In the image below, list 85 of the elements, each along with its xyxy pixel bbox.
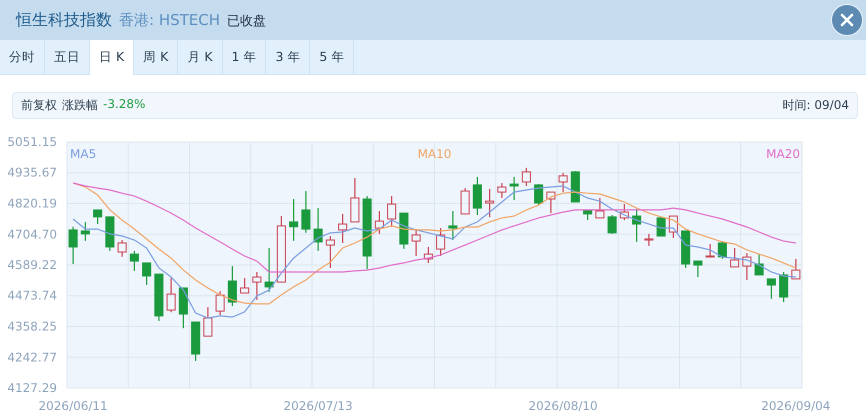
market-code: 香港: HSTECH bbox=[119, 10, 220, 30]
candlestick bbox=[130, 250, 139, 271]
candlestick bbox=[693, 260, 702, 278]
index-title: 恒生科技指数 bbox=[16, 10, 112, 30]
candlestick bbox=[374, 211, 384, 234]
x-axis-label: 2026/07/13 bbox=[284, 399, 353, 413]
candlestick bbox=[534, 184, 544, 205]
y-axis-label: 4935.67 bbox=[7, 166, 57, 180]
candlestick bbox=[742, 253, 752, 280]
change-value: -3.28% bbox=[103, 97, 146, 113]
candlestick bbox=[178, 287, 188, 328]
candlestick bbox=[522, 168, 531, 186]
candlestick bbox=[326, 236, 335, 268]
candlestick bbox=[766, 278, 776, 299]
legend-label: MA5 bbox=[70, 147, 96, 161]
candlestick bbox=[203, 307, 212, 337]
candlestick bbox=[706, 244, 715, 258]
candlestick bbox=[412, 229, 421, 256]
y-axis-label: 4589.22 bbox=[7, 258, 57, 272]
candlestick bbox=[228, 266, 237, 306]
candlestick bbox=[338, 214, 348, 243]
candlestick bbox=[583, 210, 592, 220]
candlestick bbox=[252, 272, 262, 300]
y-axis-label: 4473.74 bbox=[7, 288, 57, 303]
x-axis-label: 2026/06/11 bbox=[38, 399, 108, 413]
candlestick bbox=[105, 216, 114, 251]
candlestick bbox=[668, 215, 678, 238]
candlestick bbox=[424, 246, 433, 263]
candlestick bbox=[240, 278, 250, 294]
market-status: 已收盘 bbox=[227, 12, 266, 30]
candlestick bbox=[791, 258, 800, 280]
x-axis-label: 2026/08/10 bbox=[528, 399, 598, 413]
candlestick bbox=[595, 198, 604, 219]
candlestick bbox=[656, 217, 666, 237]
candlestick bbox=[485, 188, 494, 218]
close-button[interactable] bbox=[831, 4, 863, 36]
candlestick bbox=[314, 208, 323, 251]
y-axis-label: 5051.15 bbox=[7, 135, 57, 149]
candlestick bbox=[570, 171, 580, 203]
candlestick bbox=[166, 278, 176, 312]
candlestick bbox=[276, 216, 286, 283]
candlestick bbox=[558, 172, 568, 192]
candlestick bbox=[681, 230, 690, 268]
candlestick bbox=[730, 248, 740, 268]
close-icon bbox=[840, 13, 854, 27]
x-axis-label: 2026/09/04 bbox=[761, 399, 830, 413]
candlestick bbox=[68, 226, 78, 264]
candlestick bbox=[718, 241, 727, 259]
candlestick bbox=[191, 321, 200, 361]
candlestick bbox=[142, 262, 152, 286]
candlestick bbox=[216, 291, 225, 316]
candlestick bbox=[497, 183, 506, 198]
y-axis-label: 4127.29 bbox=[7, 381, 57, 395]
candlestick bbox=[93, 209, 102, 224]
candlestick bbox=[644, 234, 654, 246]
candlestick bbox=[546, 192, 556, 214]
candlestick bbox=[154, 274, 164, 321]
candlestick bbox=[754, 254, 764, 276]
candlestick bbox=[350, 178, 360, 223]
candlestick bbox=[436, 228, 446, 256]
candlestick bbox=[301, 191, 310, 233]
candlestick bbox=[510, 176, 519, 200]
period-tab[interactable]: 日 K bbox=[90, 40, 134, 75]
time-label: 时间: 09/04 bbox=[782, 97, 849, 114]
change-label: 涨跌幅 bbox=[62, 97, 98, 114]
candlestick bbox=[472, 176, 482, 215]
candlestick bbox=[80, 222, 90, 241]
legend-label: MA20 bbox=[766, 147, 800, 161]
candlestick bbox=[460, 188, 470, 215]
y-axis-label: 4358.25 bbox=[7, 320, 57, 334]
legend-label: MA10 bbox=[418, 147, 452, 161]
candlestick bbox=[118, 240, 127, 257]
candlestick bbox=[632, 209, 642, 242]
y-axis-label: 4820.19 bbox=[7, 196, 57, 210]
y-axis-label: 4704.70 bbox=[7, 227, 57, 242]
candlestick bbox=[779, 272, 788, 302]
candlestick bbox=[448, 211, 458, 240]
candlestick bbox=[608, 215, 617, 234]
candlestick bbox=[289, 199, 298, 241]
adjustment-label: 前复权 bbox=[21, 97, 57, 114]
candlestick bbox=[399, 212, 408, 249]
y-axis-label: 4242.77 bbox=[7, 350, 57, 364]
candlestick bbox=[387, 196, 396, 227]
candlestick bbox=[620, 204, 629, 220]
candlestick bbox=[264, 248, 274, 292]
